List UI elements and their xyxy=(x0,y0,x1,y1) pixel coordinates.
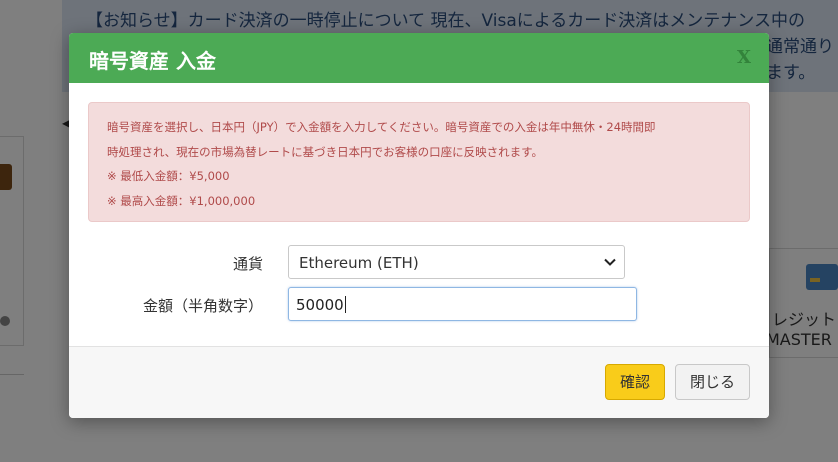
currency-selected-value: Ethereum (ETH) xyxy=(299,254,419,272)
amount-label: 金額（半角数字） xyxy=(142,297,263,315)
amount-row: 金額（半角数字） 50000 xyxy=(69,287,769,323)
close-button[interactable]: 閉じる xyxy=(675,364,750,400)
modal-footer: 確認 閉じる xyxy=(69,346,769,418)
min-deposit-text: ※ 最低入金額：¥5,000 xyxy=(107,169,230,183)
close-icon[interactable]: X xyxy=(737,47,751,68)
alert-text-line2: 時処理され、現在の市場為替レートに基づき日本円でお客様の口座に反映されます。 xyxy=(107,144,543,159)
text-caret xyxy=(344,296,346,313)
max-deposit-text: ※ 最高入金額：¥1,000,000 xyxy=(107,193,256,208)
amount-input-value: 50000 xyxy=(296,296,344,314)
currency-row: 通貨 Ethereum (ETH) xyxy=(69,245,769,281)
modal-header: 暗号資産 入金 X xyxy=(69,33,769,83)
alert-text-line1: 暗号資産を選択し、日本円（JPY）で入金額を入力してください。暗号資産での入金は… xyxy=(107,120,656,134)
currency-select[interactable]: Ethereum (ETH) xyxy=(288,245,625,279)
deposit-modal: 暗号資産 入金 X 暗号資産を選択し、日本円（JPY）で入金額を入力してください… xyxy=(69,33,769,418)
confirm-button[interactable]: 確認 xyxy=(605,364,665,400)
chevron-down-icon xyxy=(604,258,616,266)
amount-input[interactable]: 50000 xyxy=(288,287,637,321)
modal-title: 暗号資産 入金 xyxy=(89,49,216,73)
currency-label: 通貨 xyxy=(232,255,263,273)
info-alert: 暗号資産を選択し、日本円（JPY）で入金額を入力してください。暗号資産での入金は… xyxy=(88,102,750,222)
